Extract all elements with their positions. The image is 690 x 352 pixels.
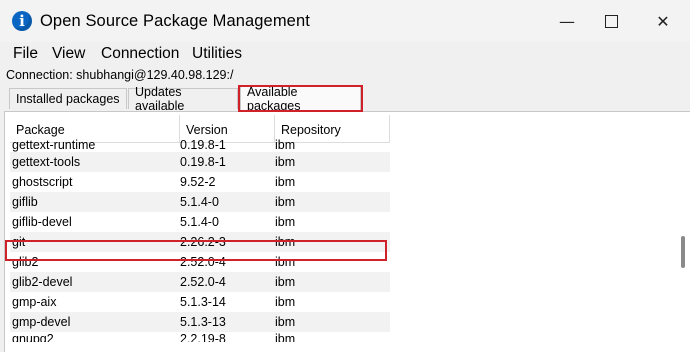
table-row[interactable]: gettext-runtime 0.19.8-1 ibm	[10, 138, 390, 152]
window-title: Open Source Package Management	[40, 12, 310, 30]
cell-repository: ibm	[275, 215, 296, 229]
minimize-button[interactable]: —	[544, 0, 590, 42]
tab-updates-available[interactable]: Updates available	[128, 85, 238, 113]
cell-package: gettext-tools	[12, 155, 81, 169]
tab-installed-packages[interactable]: Installed packages	[9, 88, 127, 109]
table-row[interactable]: giflib-devel 5.1.4-0 ibm	[10, 212, 390, 232]
highlight-box-git-row	[5, 240, 387, 261]
close-button[interactable]: ✕	[640, 0, 686, 42]
table-row[interactable]: ghostscript 9.52-2 ibm	[10, 172, 390, 192]
cell-package: gettext-runtime	[12, 138, 96, 152]
table-row[interactable]: giflib 5.1.4-0 ibm	[10, 192, 390, 212]
cell-version: 5.1.3-14	[180, 295, 226, 309]
table-row[interactable]: gettext-tools 0.19.8-1 ibm	[10, 152, 390, 172]
cell-version: 0.19.8-1	[180, 138, 226, 152]
app-icon: i	[12, 11, 32, 31]
cell-repository: ibm	[275, 295, 296, 309]
cell-repository: ibm	[275, 155, 296, 169]
menu-bar: File View Connection Utilities	[0, 42, 690, 65]
cell-package: gmp-devel	[12, 315, 71, 329]
cell-repository: ibm	[275, 275, 296, 289]
table-row[interactable]: gmp-aix 5.1.3-14 ibm	[10, 292, 390, 312]
menu-utilities[interactable]: Utilities	[192, 45, 242, 63]
cell-version: 5.1.3-13	[180, 315, 226, 329]
menu-connection[interactable]: Connection	[101, 45, 179, 63]
cell-repository: ibm	[275, 175, 296, 189]
cell-repository: ibm	[275, 332, 296, 342]
cell-package: giflib-devel	[12, 215, 72, 229]
cell-version: 2.52.0-4	[180, 275, 226, 289]
cell-version: 0.19.8-1	[180, 155, 226, 169]
cell-repository: ibm	[275, 315, 296, 329]
highlight-box-tab	[238, 85, 363, 112]
packages-panel: Package Version Repository gettext-runti…	[4, 112, 690, 352]
cell-package: gnupg2	[12, 332, 54, 342]
cell-package: giflib	[12, 195, 38, 209]
cell-version: 5.1.4-0	[180, 195, 219, 209]
menu-file[interactable]: File	[13, 45, 38, 63]
close-icon: ✕	[656, 11, 670, 31]
cell-package: gmp-aix	[12, 295, 57, 309]
cell-package: glib2-devel	[12, 275, 73, 289]
vertical-scrollbar-thumb[interactable]	[681, 236, 685, 268]
table-row[interactable]: glib2-devel 2.52.0-4 ibm	[10, 272, 390, 292]
cell-package: ghostscript	[12, 175, 73, 189]
table-row[interactable]: gnupg2 2.2.19-8 ibm	[10, 332, 390, 342]
cell-repository: ibm	[275, 195, 296, 209]
cell-version: 2.2.19-8	[180, 332, 226, 342]
cell-repository: ibm	[275, 138, 296, 152]
maximize-button[interactable]	[588, 0, 634, 42]
minimize-icon: —	[559, 11, 575, 31]
table-row[interactable]: gmp-devel 5.1.3-13 ibm	[10, 312, 390, 332]
cell-version: 5.1.4-0	[180, 215, 219, 229]
connection-label: Connection: shubhangi@129.40.98.129:/	[6, 68, 234, 82]
maximize-icon	[604, 14, 618, 28]
menu-view[interactable]: View	[52, 45, 85, 63]
title-bar: i Open Source Package Management — ✕	[0, 0, 690, 42]
cell-version: 9.52-2	[180, 175, 216, 189]
